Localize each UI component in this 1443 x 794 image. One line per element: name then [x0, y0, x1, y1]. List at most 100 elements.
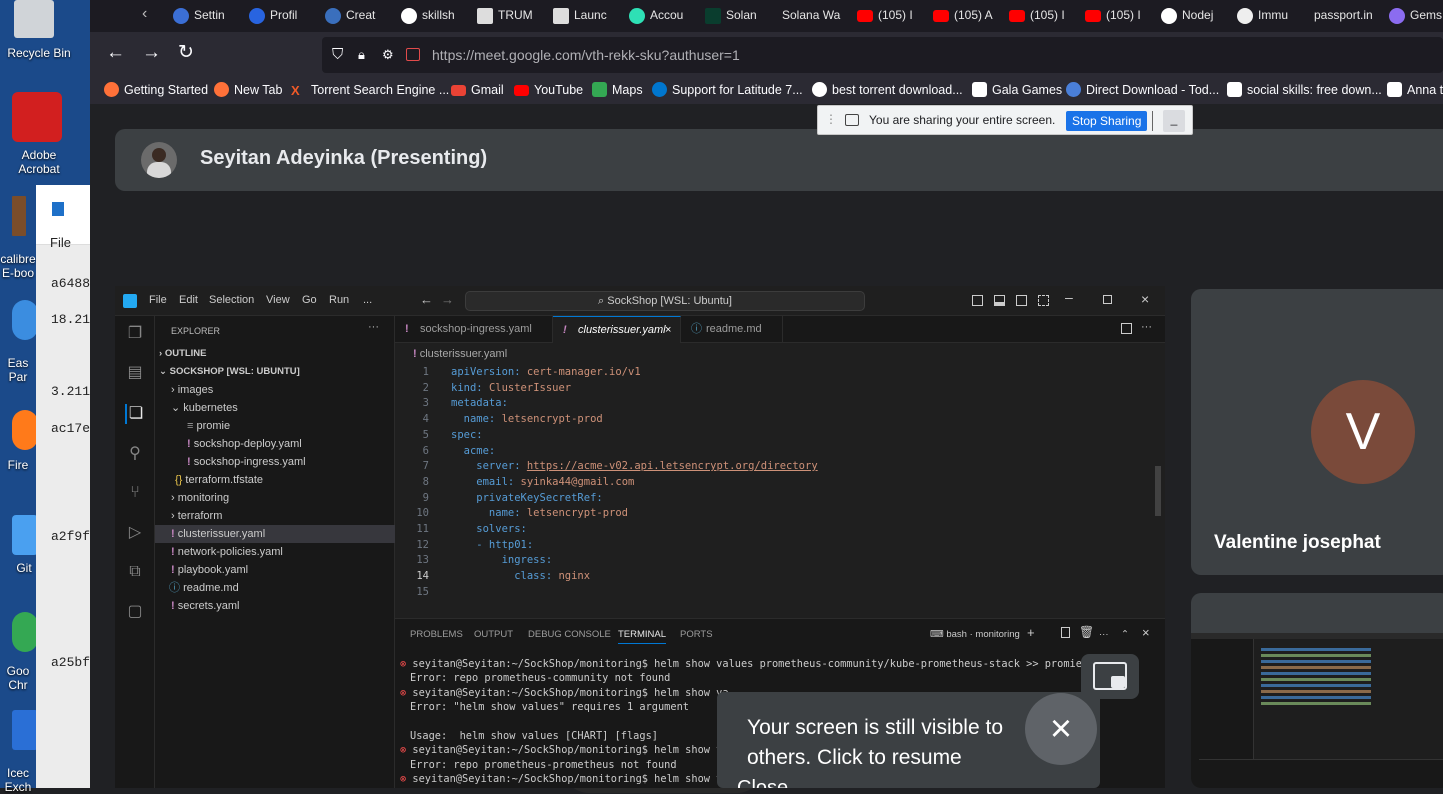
notice-close-label[interactable]: Close [737, 777, 788, 788]
browser-tab[interactable]: skillsh [396, 0, 468, 32]
files-icon[interactable]: ❏ [125, 404, 145, 424]
browser-tab[interactable]: Creat [320, 0, 392, 32]
shield-icon[interactable]: ⛉ [332, 37, 343, 73]
tree-item-clusterissuer[interactable]: ! clusterissuer.yaml [155, 525, 395, 543]
tree-item-sockshop-ingress[interactable]: ! sockshop-ingress.yaml [155, 453, 395, 471]
bookmark-item[interactable]: Maps [592, 76, 643, 104]
forward-icon[interactable]: → [441, 292, 454, 307]
browser-tab[interactable]: Nodej [1156, 0, 1228, 32]
new-terminal-icon[interactable]: + [1027, 625, 1035, 640]
self-preview-tile[interactable] [1191, 593, 1443, 788]
panel-tab-terminal[interactable]: TERMINAL [618, 629, 667, 644]
browser-tab[interactable]: Accou [624, 0, 696, 32]
bookmark-item[interactable]: X Torrent Search Engine ... [291, 76, 449, 104]
browser-tab[interactable]: (105) I [1080, 0, 1152, 32]
screen-visible-notice[interactable]: Your screen is still visible to others. … [717, 692, 1100, 788]
editor-tab-clusterissuer[interactable]: ! clusterissuer.yaml × [553, 316, 681, 343]
browser-tab[interactable]: Immu [1232, 0, 1304, 32]
toggle-sidebar-icon[interactable] [972, 295, 983, 306]
browser-tab[interactable]: Gems [1384, 0, 1443, 32]
editor-tab-ingress[interactable]: ! sockshop-ingress.yaml [395, 316, 553, 343]
toggle-secondary-sidebar-icon[interactable] [1016, 295, 1027, 306]
tree-item-playbook[interactable]: ! playbook.yaml [155, 561, 395, 579]
panel-tab-ports[interactable]: PORTS [680, 629, 713, 640]
menu-more[interactable]: ... [363, 294, 372, 306]
stop-sharing-button[interactable]: Stop Sharing [1066, 111, 1148, 131]
breadcrumb[interactable]: ! clusterissuer.yaml [413, 348, 507, 360]
run-debug-icon[interactable]: ▷ [125, 523, 145, 543]
tree-item-tfstate[interactable]: {} terraform.tfstate [155, 471, 395, 489]
back-icon[interactable]: ← [106, 42, 125, 64]
close-panel-icon[interactable]: × [1142, 625, 1150, 640]
tree-item-images[interactable]: › images [155, 381, 395, 399]
lock-icon[interactable]: 🔒︎ [358, 37, 365, 73]
terminal-selector[interactable]: ⌨ bash · monitoring [930, 629, 1020, 640]
tree-item-sockshop-deploy[interactable]: ! sockshop-deploy.yaml [155, 435, 395, 453]
search-icon[interactable]: ⚲ [125, 444, 145, 464]
bookmark-item[interactable]: Getting Started [104, 76, 208, 104]
yaml-value[interactable]: https://acme-v02.api.letsencrypt.org/dir… [527, 460, 818, 472]
bookmark-item[interactable]: best torrent download... [812, 76, 963, 104]
tree-item-secrets[interactable]: ! secrets.yaml [155, 597, 395, 615]
menu-file[interactable]: File [149, 294, 167, 306]
minimize-icon[interactable]: – [1065, 289, 1073, 305]
panel-tab-debug-console[interactable]: DEBUG CONSOLE [528, 629, 611, 640]
browser-tab[interactable]: Launc [548, 0, 620, 32]
menu-view[interactable]: View [266, 294, 290, 306]
tree-item-readme[interactable]: ⓘ readme.md [155, 579, 395, 597]
more-actions-icon[interactable]: ··· [368, 318, 388, 336]
browser-tab[interactable]: (105) I [852, 0, 924, 32]
remote-explorer-icon[interactable]: ▢ [125, 602, 145, 622]
close-icon[interactable]: × [665, 317, 671, 344]
maximize-icon[interactable] [1103, 295, 1112, 304]
tree-item-terraform[interactable]: › terraform [155, 507, 395, 525]
code-view[interactable]: 1 apiVersion: cert-manager.io/v1 2 kind: Cl… [395, 365, 1165, 598]
browser-tab[interactable]: Solana Wa [776, 0, 848, 32]
url-bar[interactable]: ⛉ 🔒︎ ⚙ https://meet.google.com/vth-rekk-… [322, 37, 1443, 73]
tab-list-chevron-icon[interactable]: ‹ [142, 5, 147, 23]
browser-tab[interactable]: Settin [168, 0, 240, 32]
bookmark-item[interactable]: social skills: free down... [1227, 76, 1382, 104]
browser-tab[interactable]: TRUM [472, 0, 544, 32]
menu-selection[interactable]: Selection [209, 294, 254, 306]
maximize-panel-icon[interactable]: ⌃ [1121, 629, 1129, 640]
bookmark-item[interactable]: YouTube [514, 76, 583, 104]
explorer-icon[interactable]: ❐ [125, 324, 145, 344]
hide-button[interactable]: _ [1163, 110, 1185, 132]
outline-section[interactable]: › OUTLINE [159, 345, 399, 363]
menu-go[interactable]: Go [302, 294, 317, 306]
more-actions-icon[interactable]: ··· [1141, 321, 1152, 333]
screen-share-icon[interactable] [406, 48, 420, 61]
menu-run[interactable]: Run [329, 294, 349, 306]
close-icon[interactable]: × [1025, 693, 1097, 765]
trash-icon[interactable]: 🗑︎ [1079, 625, 1094, 639]
browser-tab[interactable]: (105) A [928, 0, 1000, 32]
menu-edit[interactable]: Edit [179, 294, 198, 306]
tree-item-kubernetes[interactable]: ⌄ kubernetes [155, 399, 395, 417]
bookmark-item[interactable]: New Tab [214, 76, 282, 104]
split-editor-icon[interactable] [1121, 323, 1132, 334]
browser-tab[interactable]: Solan [700, 0, 772, 32]
bookmark-item[interactable]: Support for Latitude 7... [652, 76, 803, 104]
forward-icon[interactable]: → [142, 42, 161, 64]
tree-item-promie[interactable]: ≡ promie [155, 417, 395, 435]
browser-tab[interactable]: Profil [244, 0, 316, 32]
customize-layout-icon[interactable] [1038, 295, 1049, 306]
toggle-panel-icon[interactable] [994, 295, 1005, 306]
browser-tab[interactable]: passport.in [1308, 0, 1384, 32]
browser-tab[interactable]: (105) I [1004, 0, 1076, 32]
bookmark-item[interactable]: Anna t [1387, 76, 1443, 104]
tree-item-monitoring[interactable]: › monitoring [155, 489, 395, 507]
reload-icon[interactable]: ↻ [178, 42, 194, 64]
bookmark-item[interactable]: Gala Games [972, 76, 1062, 104]
drag-handle-icon[interactable]: ⋮ [825, 112, 837, 126]
tree-item-network-policies[interactable]: ! network-policies.yaml [155, 543, 395, 561]
workspace-section[interactable]: ⌄ SOCKSHOP [WSL: UBUNTU] [159, 363, 399, 381]
extensions-icon[interactable]: ⧉ [125, 562, 145, 582]
extension-view-icon[interactable]: ▤ [125, 363, 145, 383]
more-actions-icon[interactable]: ··· [1099, 629, 1109, 640]
permissions-icon[interactable]: ⚙ [382, 37, 394, 73]
panel-tab-problems[interactable]: PROBLEMS [410, 629, 463, 640]
scrollbar[interactable] [1155, 466, 1161, 516]
panel-tab-output[interactable]: OUTPUT [474, 629, 513, 640]
